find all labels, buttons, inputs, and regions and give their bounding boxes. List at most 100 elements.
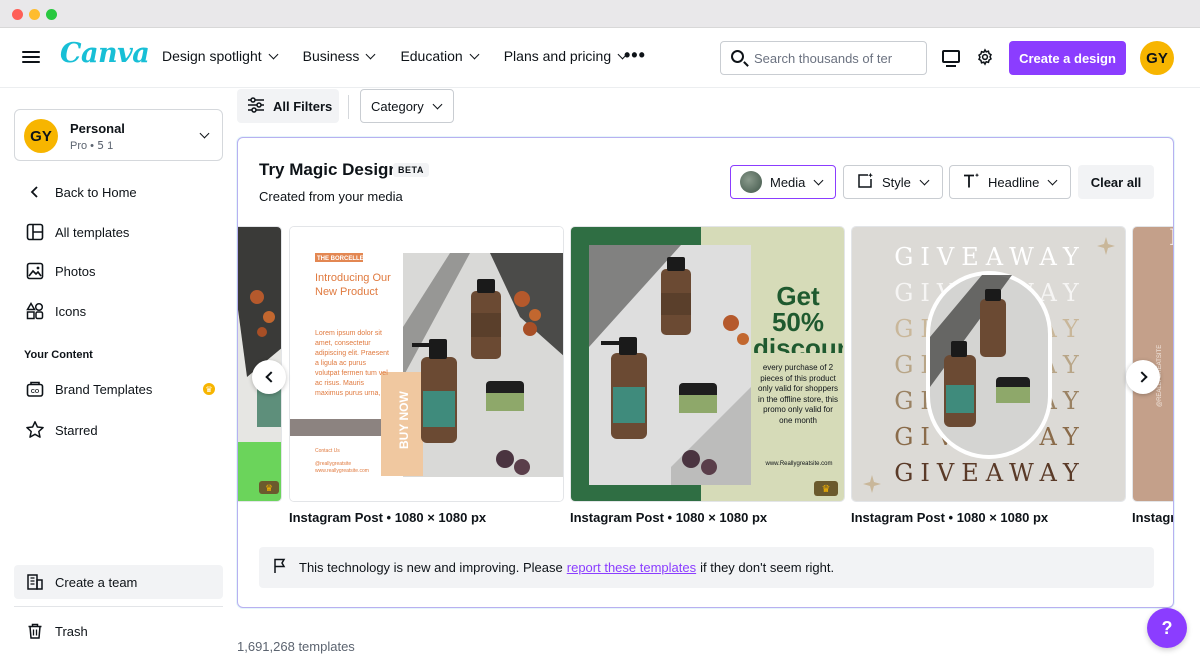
card-heading: Introducing Our New Product (315, 272, 391, 298)
templates-icon (14, 223, 55, 241)
sidebar-divider (14, 606, 223, 607)
chevron-right-icon (1135, 371, 1148, 383)
search-box (720, 41, 927, 75)
magic-design-panel: Try Magic Design BETA Created from your … (237, 137, 1174, 608)
sidebar: GY Personal Pro • 𝟧 1 Back to Home All t… (0, 89, 237, 662)
nav-business[interactable]: Business (303, 48, 376, 64)
sidebar-item-create-team[interactable]: Create a team (14, 565, 223, 599)
chevron-down-icon (919, 175, 930, 185)
sidebar-item-all-templates[interactable]: All templates (14, 215, 223, 249)
card-site: www.Reallygreatsite.com (764, 461, 832, 467)
template-card[interactable]: Get 50% discount every purchase of 2 pie… (570, 226, 845, 502)
card-handle: @reallygreatsite (315, 461, 351, 467)
sidebar-item-photos[interactable]: Photos (14, 254, 223, 288)
card-headline: Get 50% discount (753, 283, 843, 353)
template-card[interactable]: GIVEAWAY GIVEAWAY GIVEAWAY GIVEAWAY GIVE… (851, 226, 1126, 502)
maximize-window-button[interactable] (46, 9, 57, 20)
shapes-icon (14, 302, 55, 320)
top-navigation: Canva Design spotlight Business Educatio… (0, 28, 1200, 88)
svg-text:I: I (1169, 227, 1174, 251)
sidebar-item-starred[interactable]: Starred (14, 413, 223, 447)
desktop-app-icon[interactable] (942, 50, 960, 67)
more-menu-icon[interactable]: ••• (624, 46, 646, 64)
chevron-down-icon (365, 49, 376, 59)
help-button[interactable]: ? (1147, 608, 1187, 648)
menu-icon[interactable] (22, 48, 40, 66)
template-card[interactable]: THE BORCELLE THE BORCELLE Introducing Ou… (289, 226, 564, 502)
sparkle-frame-icon (856, 172, 874, 193)
nav-links: Design spotlight Business Education Plan… (162, 48, 652, 64)
giveaway-text: GIVEAWAY (894, 243, 1086, 271)
card-site: www.reallygreatsite.com (315, 468, 369, 474)
notice-text: This technology is new and improving. Pl… (299, 560, 563, 575)
sidebar-item-label: Create a team (55, 574, 138, 590)
star-icon (14, 420, 55, 440)
carousel-next-button[interactable] (1126, 360, 1160, 394)
minimize-window-button[interactable] (29, 9, 40, 20)
your-content-heading: Your Content (24, 349, 93, 361)
filter-divider (348, 95, 349, 119)
gear-icon[interactable] (976, 48, 994, 66)
canva-logo[interactable]: Canva (60, 38, 150, 69)
category-label: Category (371, 98, 424, 114)
chevron-down-icon (199, 128, 210, 139)
sidebar-item-label: All templates (55, 224, 130, 240)
svg-text:CO: CO (30, 389, 39, 395)
sidebar-item-back-home[interactable]: Back to Home (14, 175, 223, 209)
all-filters-button[interactable]: All Filters (237, 89, 339, 123)
account-switcher[interactable]: GY Personal Pro • 𝟧 1 (14, 109, 223, 161)
sidebar-item-trash[interactable]: Trash (14, 614, 223, 648)
all-filters-label: All Filters (273, 98, 333, 114)
close-window-button[interactable] (12, 9, 23, 20)
headline-dropdown[interactable]: Headline (949, 165, 1071, 199)
clear-all-button[interactable]: Clear all (1078, 165, 1154, 199)
flag-icon (273, 558, 287, 577)
crown-icon: ♛ (203, 383, 215, 395)
style-dropdown[interactable]: Style (843, 165, 943, 199)
giveaway-text: GIVEAWAY (894, 459, 1086, 487)
account-name: Personal (70, 121, 125, 136)
sidebar-item-icons[interactable]: Icons (14, 294, 223, 328)
template-card-label: Instagram Post • 1080 × 1080 px (289, 510, 487, 525)
premium-crown-icon: ♛ (822, 484, 831, 495)
notice-text-end: if they don't seem right. (700, 560, 835, 575)
template-count: 1,691,268 templates (237, 639, 355, 654)
sidebar-item-label: Brand Templates (55, 381, 153, 397)
template-card-label: Instagram Post • 1080 × 1080 px (570, 510, 768, 525)
account-plan: Pro • 𝟧 1 (70, 140, 114, 152)
main-content: All Filters Category Try Magic Design BE… (237, 89, 1200, 662)
chevron-down-icon (268, 49, 279, 59)
chevron-down-icon (1047, 175, 1058, 185)
carousel-prev-button[interactable] (252, 360, 286, 394)
chevron-down-icon (813, 175, 824, 185)
template-thumbnail: THE BORCELLE THE BORCELLE Introducing Ou… (290, 227, 563, 501)
sidebar-item-label: Icons (55, 303, 87, 319)
user-avatar[interactable]: GY (1140, 41, 1174, 75)
style-label: Style (882, 174, 911, 190)
account-avatar: GY (24, 119, 58, 153)
report-templates-link[interactable]: report these templates (567, 560, 696, 575)
magic-design-title: Try Magic Design (259, 160, 399, 179)
card-body: every purchase of 2 pieces of this produ… (757, 363, 839, 425)
media-label: Media (770, 174, 806, 190)
nav-plans-and-pricing[interactable]: Plans and pricing (504, 48, 628, 64)
template-carousel: ♛ THE BORCELLE Introducing Our New Produ… (238, 226, 1174, 526)
search-input[interactable] (754, 46, 922, 70)
sidebar-item-label: Photos (55, 263, 96, 279)
nav-education[interactable]: Education (400, 48, 480, 64)
create-design-button[interactable]: Create a design (1009, 41, 1126, 75)
headline-label: Headline (988, 174, 1040, 190)
nav-design-spotlight[interactable]: Design spotlight (162, 48, 279, 64)
sidebar-item-label: Starred (55, 422, 98, 438)
sidebar-item-brand-templates[interactable]: CO Brand Templates ♛ (14, 372, 223, 406)
template-thumbnail: GIVEAWAY GIVEAWAY GIVEAWAY GIVEAWAY GIVE… (852, 227, 1125, 501)
media-thumbnail (740, 171, 762, 193)
svg-text:♛: ♛ (265, 483, 273, 493)
brand-kit-icon: CO (14, 380, 55, 398)
text-sparkle-icon (962, 172, 980, 193)
category-dropdown[interactable]: Category (360, 89, 454, 123)
media-dropdown[interactable]: Media (730, 165, 836, 199)
trash-icon (14, 622, 55, 640)
beta-badge: BETA (393, 163, 429, 177)
card-cta: BUY NOW (397, 391, 411, 449)
